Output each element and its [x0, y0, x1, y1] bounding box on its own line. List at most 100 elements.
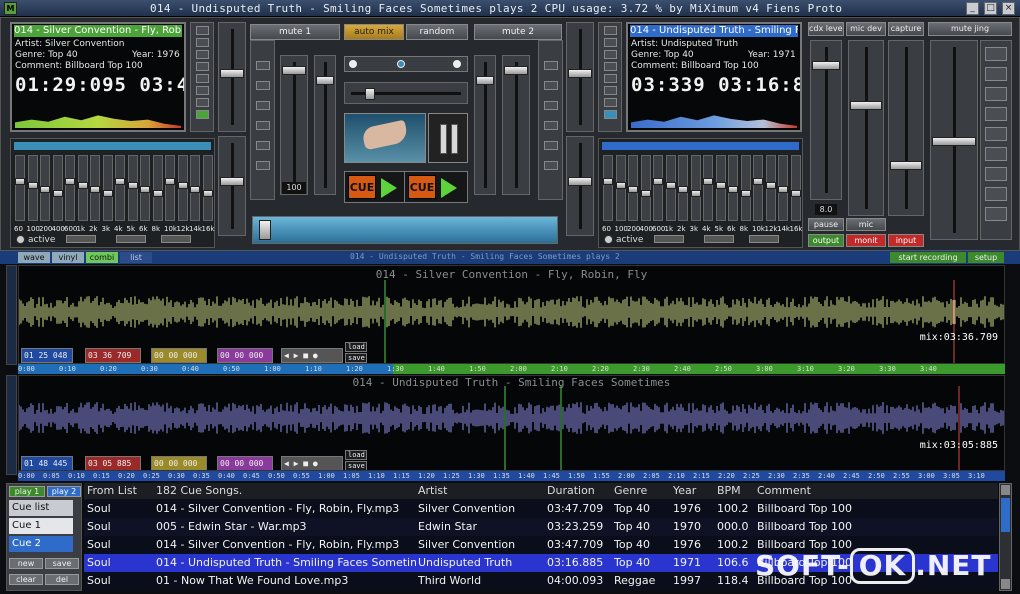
eq-slider[interactable]	[753, 155, 763, 221]
eq-slider[interactable]	[628, 155, 638, 221]
cue-new-button[interactable]: new	[9, 558, 43, 569]
eq-slider-knob[interactable]	[140, 186, 150, 193]
jingle-fader[interactable]	[930, 40, 978, 240]
close-icon[interactable]: ×	[1002, 2, 1015, 15]
tab-list[interactable]: list	[120, 252, 152, 263]
eq-slider[interactable]	[653, 155, 663, 221]
deck2-pitch-fader[interactable]	[566, 22, 594, 132]
eq-slider-knob[interactable]	[765, 182, 776, 189]
eq-slider[interactable]	[640, 155, 651, 221]
crossfader-top[interactable]	[344, 82, 468, 104]
deck1-eq-save[interactable]	[116, 235, 146, 243]
cue-list-item[interactable]: Cue 2	[9, 536, 73, 552]
deck1-loop-out[interactable]: 00 00 000	[217, 348, 273, 363]
deck2-active-toggle[interactable]: active	[604, 235, 643, 245]
eq-slider[interactable]	[77, 155, 88, 221]
eq-slider[interactable]	[115, 155, 125, 221]
deck1-loop-in[interactable]: 00 00 000	[151, 348, 207, 363]
eq-slider[interactable]	[778, 155, 788, 221]
cue-list-item[interactable]: Cue list	[9, 500, 73, 516]
eq-slider-knob[interactable]	[202, 190, 213, 197]
deck2-cue-in[interactable]: 01 48 445	[21, 456, 73, 470]
deck1-eq-load[interactable]	[66, 235, 96, 243]
eq-slider[interactable]	[665, 155, 676, 221]
eq-slider[interactable]	[27, 155, 38, 221]
eq-slider-knob[interactable]	[715, 182, 726, 189]
setup-button[interactable]: setup	[968, 252, 1004, 263]
deck1-pitch-fader[interactable]	[218, 22, 246, 132]
crossfader[interactable]	[252, 216, 558, 244]
tab-combi[interactable]: combi	[86, 252, 118, 263]
eq-slider[interactable]	[703, 155, 713, 221]
eq-slider-knob[interactable]	[778, 186, 788, 193]
col-duration[interactable]: Duration	[547, 483, 613, 499]
channel2-gain-fader[interactable]	[474, 55, 496, 195]
eq-slider-knob[interactable]	[790, 190, 801, 197]
eq-slider-knob[interactable]	[690, 190, 701, 197]
eq-slider[interactable]	[140, 155, 150, 221]
deck2-cue-play[interactable]: CUE	[404, 171, 468, 203]
tab-play1[interactable]: play 1	[9, 486, 45, 497]
eq-slider[interactable]	[715, 155, 726, 221]
eq-slider-knob[interactable]	[15, 178, 25, 185]
deck2-loop-out[interactable]: 00 00 000	[217, 456, 273, 470]
deck2-cue-out[interactable]: 03 05 885	[85, 456, 141, 470]
eq-slider[interactable]	[690, 155, 701, 221]
deck1-save-button[interactable]: save	[345, 353, 367, 363]
eq-slider-knob[interactable]	[77, 182, 88, 189]
start-recording-button[interactable]: start recording	[890, 252, 966, 263]
table-scrollbar[interactable]	[999, 483, 1012, 591]
deck2-eq-load[interactable]	[654, 235, 684, 243]
col-from-list[interactable]: From List	[87, 483, 157, 499]
eq-slider[interactable]	[678, 155, 688, 221]
eq-slider[interactable]	[165, 155, 175, 221]
eq-slider[interactable]	[65, 155, 75, 221]
mute2-button[interactable]: mute 2	[474, 24, 562, 40]
eq-slider[interactable]	[152, 155, 163, 221]
app-icon[interactable]: M	[4, 2, 17, 15]
deck1-cue-play[interactable]: CUE	[344, 171, 408, 203]
deck1-eq-reset[interactable]	[161, 235, 191, 243]
automix-button[interactable]: auto mix	[344, 24, 404, 40]
eq-slider[interactable]	[40, 155, 50, 221]
col-year[interactable]: Year	[673, 483, 713, 499]
eq-slider[interactable]	[740, 155, 751, 221]
eq-slider[interactable]	[190, 155, 200, 221]
eq-slider-knob[interactable]	[653, 178, 663, 185]
deck2-eq-reset[interactable]	[749, 235, 779, 243]
deck1-play-icon[interactable]	[381, 178, 397, 198]
deck1-transport-icons[interactable]: ◀ ▶ ■ ●	[281, 348, 343, 363]
channel2-volume-fader[interactable]	[502, 55, 530, 195]
eq-slider-knob[interactable]	[40, 186, 50, 193]
eq-slider-knob[interactable]	[90, 186, 100, 193]
col-genre[interactable]: Genre	[614, 483, 670, 499]
deck2-time-ruler[interactable]: 0:00 0:05 0:10 0:15 0:20 0:25 0:30 0:35 0:40 0:45…	[18, 471, 1005, 481]
col-comment[interactable]: Comment	[757, 483, 997, 499]
table-row[interactable]: Soul 005 - Edwin Star - War.mp3 Edwin Star…	[84, 518, 998, 536]
tab-play2[interactable]: play 2	[47, 486, 81, 497]
eq-slider-knob[interactable]	[102, 190, 113, 197]
capture-fader[interactable]	[888, 40, 924, 216]
monit-button[interactable]: monit	[846, 234, 886, 247]
eq-slider[interactable]	[177, 155, 188, 221]
random-button[interactable]: random	[406, 24, 468, 40]
maximize-icon[interactable]: □	[984, 2, 997, 15]
eq-slider-knob[interactable]	[52, 190, 63, 197]
deck1-load-button[interactable]: load	[345, 342, 367, 352]
eq-slider-knob[interactable]	[740, 190, 751, 197]
mic-fader[interactable]	[848, 40, 884, 216]
col-artist[interactable]: Artist	[418, 483, 544, 499]
cue-save-button[interactable]: save	[45, 558, 79, 569]
eq-slider-knob[interactable]	[152, 190, 163, 197]
eq-slider-knob[interactable]	[27, 182, 38, 189]
eq-slider-knob[interactable]	[615, 182, 626, 189]
deck1-cue-in[interactable]: 01 25 048	[21, 348, 73, 363]
master-fader[interactable]	[810, 40, 842, 200]
channel1-volume-fader[interactable]	[280, 55, 308, 195]
channel1-gain-fader[interactable]	[314, 55, 336, 195]
input-button[interactable]: input	[888, 234, 924, 247]
eq-slider[interactable]	[102, 155, 113, 221]
scratch-hand-image[interactable]	[344, 113, 426, 163]
deck1-active-toggle[interactable]: active	[16, 235, 55, 245]
eq-slider[interactable]	[52, 155, 63, 221]
